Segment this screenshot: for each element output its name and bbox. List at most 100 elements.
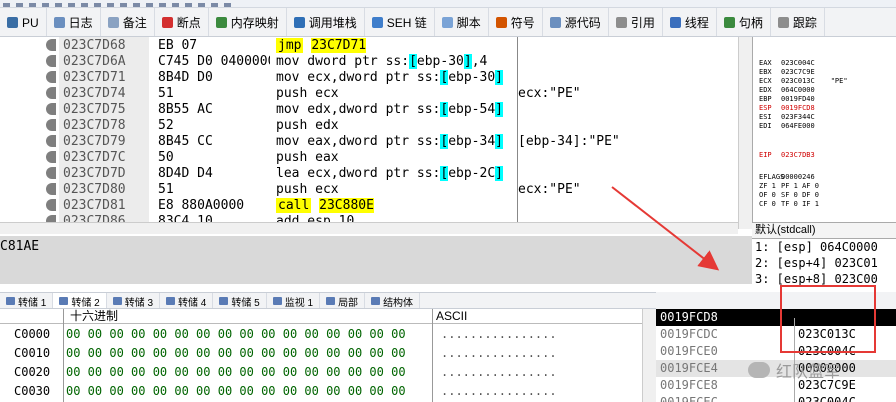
tab-symbol[interactable]: 符号 [489,8,543,36]
instruction-bytes: 51 [158,86,174,101]
disasm-row[interactable]: 023C7D7D 8D4D D4 lea ecx,dword ptr ss:[ebp… [0,165,738,182]
dump-address: C0020 [14,365,51,379]
disasm-row[interactable]: 023C7D6A C745 D0 04000000 mov dword ptr ss… [0,53,738,70]
register-name: EAX [759,59,772,67]
register-eflags[interactable]: EFLAGS00000246 [759,173,831,182]
memory-map-icon [215,17,227,28]
register-name: ECX [759,77,772,85]
tab-references[interactable]: 引用 [609,8,663,36]
register-zf1[interactable]: ZF 1 PF 1 AF 0 [759,182,835,191]
notes-icon [107,17,119,28]
disassembly-view[interactable]: 023C7D68 EB 07 jmp 23C7D71 023C7D6A C745 D0 … [0,37,738,229]
register-edx[interactable]: EDX 064C0000 [759,86,831,95]
tab-dump-4[interactable]: 转储 4 [160,293,214,308]
register-ecx[interactable]: ECX 023C013C "PE" [759,77,848,86]
disasm-row[interactable]: 023C7D75 8B55 AC mov edx,dword ptr ss:[ebp… [0,101,738,118]
main-tab-bar: PU 日志 备注 断点 内存映射 调用堆栈 SEH 链 脚本 符号 源代码 引用 线程 句柄 跟踪 [0,8,896,37]
disasm-row[interactable]: 023C7D7C 50 push eax [0,149,738,166]
instruction-text: mov edx,dword ptr ss:[ebp-54] [276,102,503,117]
breakpoint-marker[interactable] [46,135,56,147]
register-eip[interactable]: EIP 023C7DB3 [759,151,831,160]
register-esi[interactable]: ESI 023F344C [759,113,831,122]
dump-ascii: ................ [441,346,557,360]
script-icon [441,17,453,28]
calling-convention-select[interactable]: 默认(stdcall) [752,222,896,238]
instruction-address: 023C7D71 [59,69,149,86]
dump-scrollbar[interactable] [642,309,656,402]
tab-log[interactable]: 日志 [47,8,101,36]
tab-breakpoint[interactable]: 断点 [155,8,209,36]
breakpoint-marker[interactable] [46,103,56,115]
instruction-text: lea ecx,dword ptr ss:[ebp-2C] [276,166,503,181]
disasm-row[interactable]: 023C7D78 52 push edx [0,117,738,134]
instruction-text: mov dword ptr ss:[ebp-30],4 [276,54,488,69]
stack-row[interactable]: 0019FCD8 064C0000 [656,309,896,326]
disasm-row[interactable]: 023C7D81 E8 880A0000 call 23C880E [0,197,738,214]
tab-cpu[interactable]: PU [0,8,47,36]
breakpoint-marker[interactable] [46,183,56,195]
stack-row[interactable]: 0019FCDC 023C013C [656,326,896,343]
instruction-address: 023C7D7D [59,165,149,182]
breakpoint-marker[interactable] [46,199,56,211]
tab-seh-chain[interactable]: SEH 链 [365,8,435,36]
tab-script[interactable]: 脚本 [435,8,489,36]
tab-memory-map[interactable]: 内存映射 [209,8,287,36]
breakpoint-marker[interactable] [46,71,56,83]
tab-dump-1[interactable]: 转储 1 [0,293,54,308]
breakpoint-marker[interactable] [46,151,56,163]
breakpoint-marker[interactable] [46,167,56,179]
instruction-address: 023C7D74 [59,85,149,102]
registers-panel[interactable]: EAX 023C004C EBX 023C7C9E ECX 023C013C "PE" EDX… [752,37,896,223]
disassembly-scrollbar[interactable] [738,37,752,229]
register-name: OF 0 [759,191,776,199]
register-of0[interactable]: OF 0 SF 0 DF 0 [759,191,835,200]
tab-threads[interactable]: 线程 [663,8,717,36]
dump-divider [63,309,64,402]
register-value: 0019FD40 [781,95,815,103]
breakpoint-marker[interactable] [46,87,56,99]
register-name: CF 0 [759,200,776,208]
register-value: 064FE000 [781,122,815,130]
tab-dump-6[interactable]: 监视 1 [267,293,321,308]
stack-arguments-panel: 1: [esp] 064C0000 2: [esp+4] 023C01 3: [es… [752,238,896,290]
disasm-row[interactable]: 023C7D74 51 push ecx ecx:"PE" [0,85,738,102]
disassembly-hscrollbar[interactable] [0,222,738,234]
tab-call-stack[interactable]: 调用堆栈 [287,8,365,36]
stack-address: 0019FCE4 [660,361,718,375]
comment-column-divider [517,37,518,229]
breakpoint-marker[interactable] [46,119,56,131]
tab-trace[interactable]: 跟踪 [771,8,825,36]
stack-row[interactable]: 0019FCEC 023C004C [656,394,896,402]
register-name: EBP [759,95,772,103]
tab-dump-7[interactable]: 局部 [320,293,366,309]
disasm-row[interactable]: 023C7D71 8B4D D0 mov ecx,dword ptr ss:[ebp… [0,69,738,86]
register-ebx[interactable]: EBX 023C7C9E [759,68,831,77]
register-esp[interactable]: ESP 0019FCD8 [759,104,831,113]
breakpoint-marker[interactable] [46,39,56,51]
tab-dump-5[interactable]: 转储 5 [213,293,267,308]
tab-dump-3[interactable]: 转储 3 [107,293,161,308]
disasm-row[interactable]: 023C7D79 8B45 CC mov eax,dword ptr ss:[ebp… [0,133,738,150]
tab-notes[interactable]: 备注 [101,8,155,36]
register-cf0[interactable]: CF 0 TF 0 IF 1 [759,200,835,209]
register-edi[interactable]: EDI 064FE000 [759,122,831,131]
hex-dump-view[interactable]: 十六进制 ASCII C0000 00 00 00 00 00 00 00 00 … [0,309,656,402]
instruction-address: 023C7D79 [59,133,149,150]
instruction-text: push edx [276,118,339,133]
tab-dump-8[interactable]: 结构体 [365,293,421,308]
register-eax[interactable]: EAX 023C004C [759,59,831,68]
disasm-row[interactable]: 023C7D80 51 push ecx ecx:"PE" [0,181,738,198]
disasm-row[interactable]: 023C7D68 EB 07 jmp 23C7D71 [0,37,738,54]
tab-label: PU [22,15,39,30]
tab-dump-2[interactable]: 转储 2 [53,293,107,308]
wechat-icon [748,362,770,378]
breakpoint-marker[interactable] [46,55,56,67]
tab-label: SEH 链 [386,16,427,30]
register-name: ZF 1 [759,182,776,190]
symbol-icon [495,17,507,28]
tab-source[interactable]: 源代码 [543,8,609,36]
tab-handles[interactable]: 句柄 [717,8,771,36]
tab-label: 局部 [338,297,359,309]
ascii-column-header: ASCII [436,309,468,323]
register-ebp[interactable]: EBP 0019FD40 [759,95,831,104]
